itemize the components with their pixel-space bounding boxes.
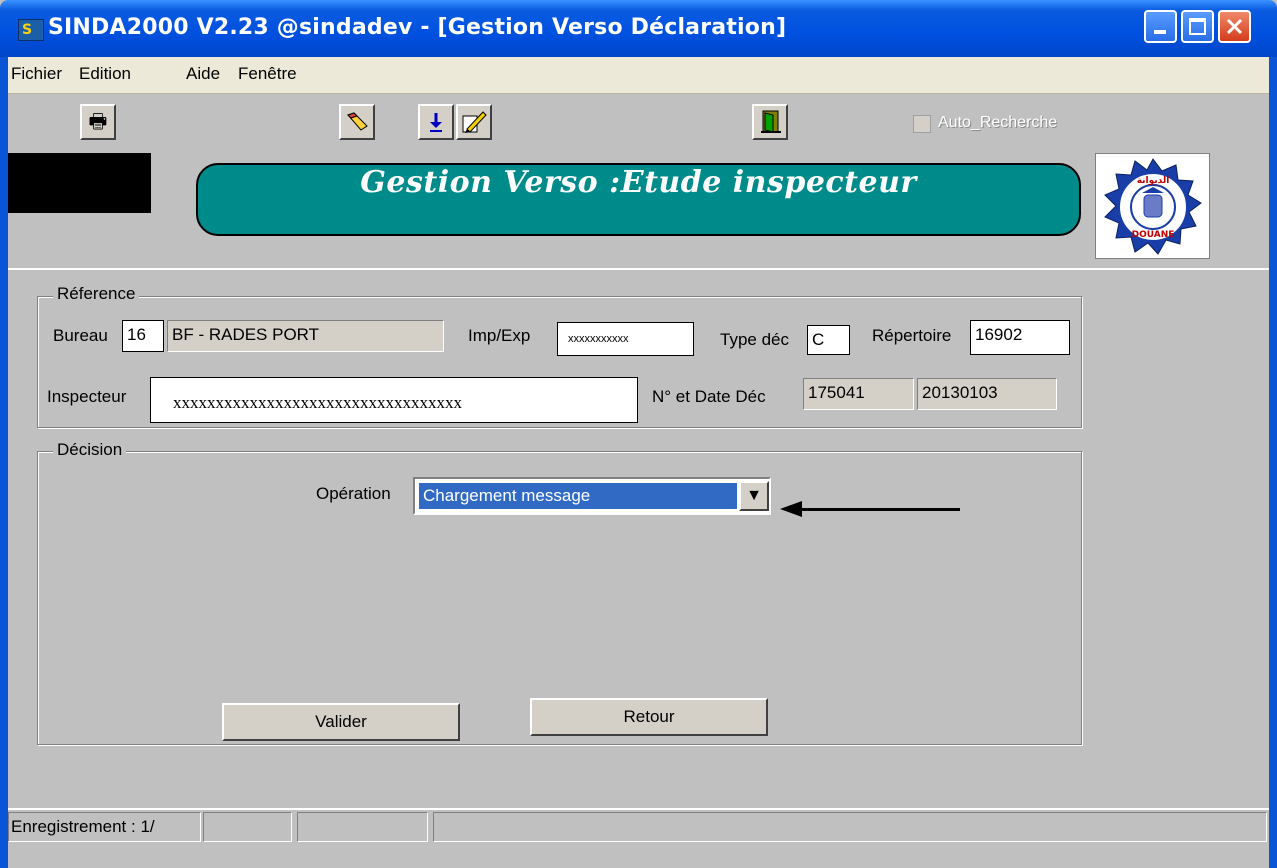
arrow-left-icon: [780, 501, 802, 517]
retour-button[interactable]: Retour: [530, 698, 768, 736]
arrow-annotation-line: [800, 508, 960, 511]
minimize-button[interactable]: [1144, 10, 1177, 43]
logo-douane-text: DOUANE: [1132, 230, 1175, 240]
type-dec-label: Type déc: [720, 330, 789, 349]
type-dec-field[interactable]: C: [807, 325, 850, 355]
valider-button[interactable]: Valider: [222, 703, 460, 741]
chevron-down-icon: ▼: [746, 487, 762, 504]
status-panel-3: [297, 812, 428, 842]
banner: Gestion Verso :Etude inspecteur: [196, 163, 1081, 236]
bureau-code-field[interactable]: 16: [122, 320, 164, 352]
app-icon[interactable]: S: [18, 19, 44, 41]
num-dec-field: 175041: [803, 378, 914, 410]
num-date-label: N° et Date Déc: [652, 387, 766, 406]
operation-selected-value[interactable]: Chargement message: [419, 483, 737, 509]
banner-title: Gestion Verso :Etude inspecteur: [360, 165, 917, 200]
operation-label: Opération: [316, 484, 391, 503]
date-dec-field: 20130103: [917, 378, 1057, 410]
print-button[interactable]: 🖶: [80, 104, 116, 140]
exit-door-icon: [761, 110, 781, 133]
close-icon: [1226, 18, 1243, 35]
menu-fenetre[interactable]: Fenêtre: [238, 64, 297, 84]
printer-icon: 🖶: [88, 111, 108, 133]
close-button[interactable]: [1218, 10, 1251, 43]
status-panel-2: [203, 812, 292, 842]
operation-dropdown-button[interactable]: ▼: [739, 481, 769, 511]
impexp-field[interactable]: xxxxxxxxxxx: [557, 322, 694, 356]
repertoire-field[interactable]: 16902: [970, 320, 1070, 355]
menu-fichier[interactable]: Fichier: [11, 64, 62, 84]
reference-legend: Réference: [53, 284, 140, 304]
decision-legend: Décision: [53, 440, 127, 460]
window-frame-right: [1269, 57, 1277, 868]
auto-recherche-label: Auto_Recherche: [938, 114, 1058, 131]
status-record: Enregistrement : 1/: [8, 812, 201, 842]
eraser-icon: [347, 112, 368, 131]
window-title: SINDA2000 V2.23 @sindadev - [Gestion Ver…: [48, 15, 787, 40]
minimize-icon: [1154, 30, 1166, 34]
redacted-block: [8, 153, 151, 213]
edit-button[interactable]: [456, 104, 492, 140]
douane-logo: ﺍﻟﺪﻳﻮﺍﻧﺔ DOUANE: [1095, 153, 1210, 259]
logo-arabic-text: ﺍﻟﺪﻳﻮﺍﻧﺔ: [1137, 176, 1170, 186]
maximize-button[interactable]: [1181, 10, 1214, 43]
maximize-icon: [1189, 18, 1206, 35]
repertoire-label: Répertoire: [872, 326, 952, 345]
inspecteur-label: Inspecteur: [47, 387, 127, 406]
eraser-button[interactable]: [339, 104, 375, 140]
exit-button[interactable]: [752, 104, 788, 140]
auto-recherche-checkbox[interactable]: [913, 115, 931, 133]
impexp-label: Imp/Exp: [468, 326, 531, 345]
menu-aide[interactable]: Aide: [186, 64, 220, 84]
status-panel-4: [433, 812, 1267, 842]
download-button[interactable]: [418, 104, 454, 140]
bureau-name-field: BF - RADES PORT: [167, 320, 444, 352]
bureau-label: Bureau: [53, 326, 108, 345]
menu-edition[interactable]: Edition: [79, 64, 131, 84]
operation-combobox[interactable]: Chargement message ▼: [413, 477, 771, 515]
window-frame-left: [0, 57, 8, 868]
inspecteur-field[interactable]: xxxxxxxxxxxxxxxxxxxxxxxxxxxxxxxxxx: [150, 377, 638, 423]
pencil-edit-icon: [462, 111, 487, 133]
download-arrow-icon: [430, 113, 442, 132]
